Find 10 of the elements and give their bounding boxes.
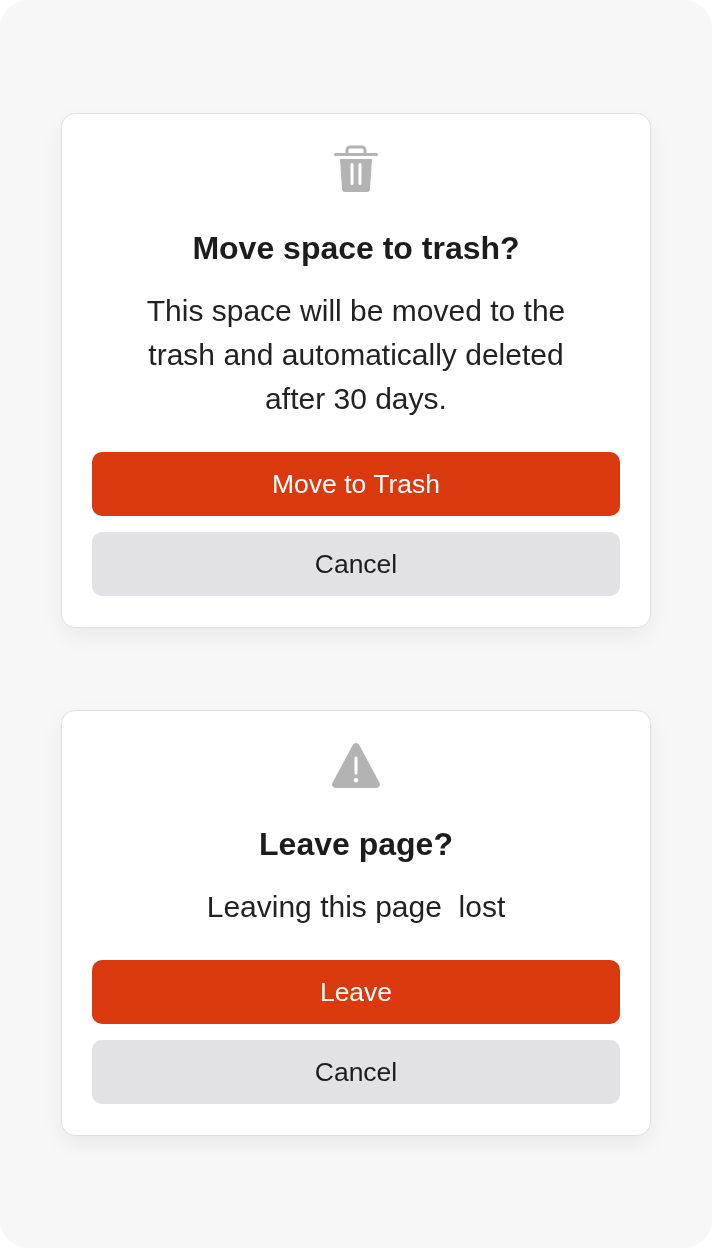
confirm-button[interactable]: Leave — [92, 960, 620, 1024]
dialog-title: Leave page? — [259, 825, 453, 864]
cancel-button[interactable]: Cancel — [92, 532, 620, 596]
dialog-message: This space will be moved to the trash and automatically deleted after 30 days. — [145, 293, 567, 417]
warning-icon — [332, 742, 380, 788]
dialog-message: Leaving this page lost — [206, 889, 506, 925]
cancel-button[interactable]: Cancel — [92, 1040, 620, 1104]
dialog-title: Move space to trash? — [192, 229, 520, 268]
trash-icon — [334, 145, 378, 192]
confirm-button[interactable]: Move to Trash — [92, 452, 620, 516]
